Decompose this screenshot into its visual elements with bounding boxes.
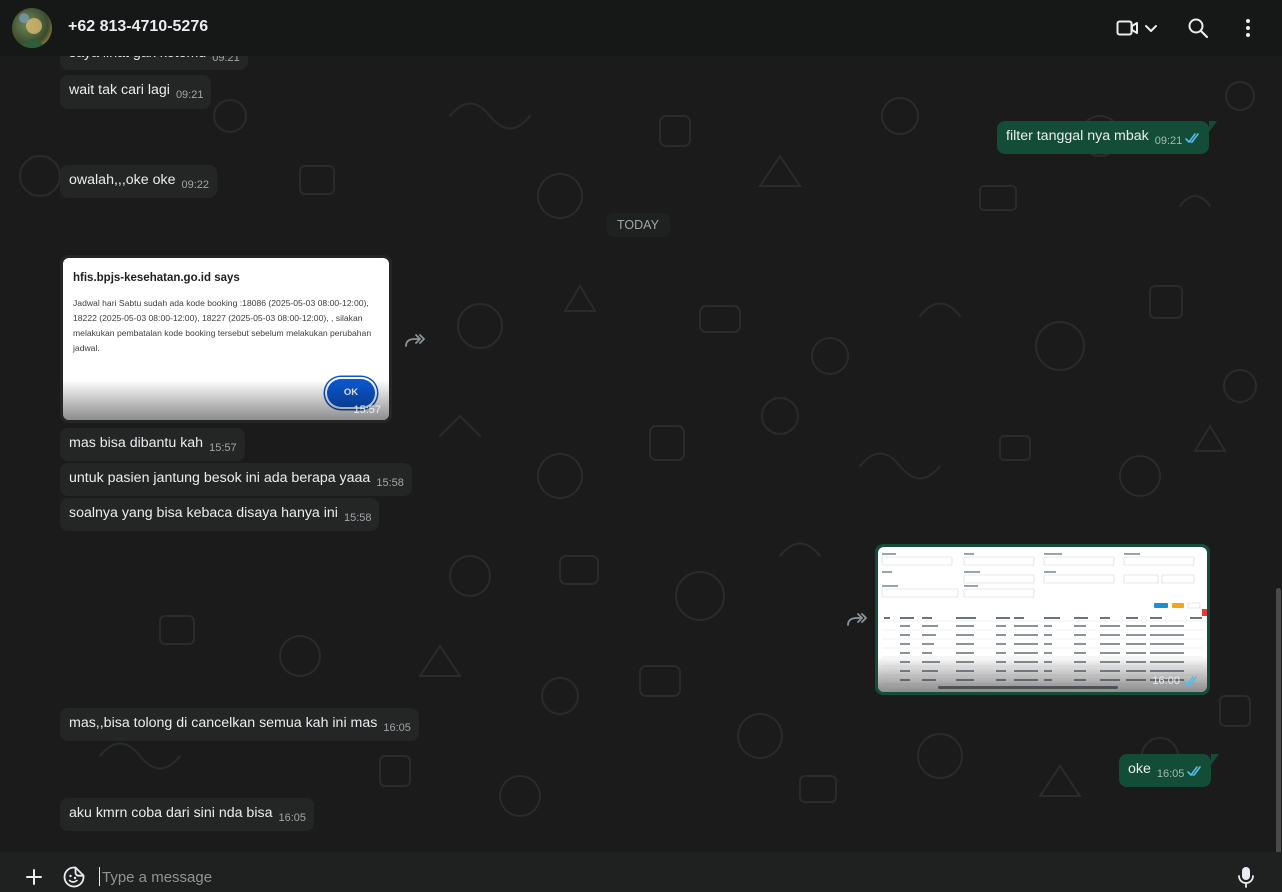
image-overlay (63, 380, 389, 420)
dialog-title: hfis.bpjs-kesehatan.go.id says (73, 272, 240, 284)
forward-button[interactable] (845, 609, 867, 631)
menu-button[interactable] (1236, 16, 1260, 40)
message-outgoing[interactable]: oke 16:05 (1119, 754, 1220, 787)
forward-arrow-icon (405, 334, 425, 347)
bubble-tail (1209, 121, 1218, 132)
message-time: 15:57 (353, 404, 381, 416)
chat-header: +62 813-4710-5276 (0, 0, 1282, 56)
message-text: oke (1128, 761, 1151, 777)
message-time: 09:21 (1154, 135, 1183, 147)
contact-name[interactable]: +62 813-4710-5276 (68, 18, 208, 36)
message-incoming[interactable]: mas bisa dibantu kah 15:57 (60, 428, 245, 461)
message-input[interactable] (100, 864, 1204, 890)
image-message-dialog[interactable]: hfis.bpjs-kesehatan.go.id says Jadwal ha… (60, 255, 392, 423)
plus-icon (26, 869, 42, 885)
dialog-body: Jadwal hari Sabtu sudah ada kode booking… (73, 298, 372, 353)
message-text: wait tak cari lagi (69, 82, 170, 98)
message-time: 16:05 (278, 812, 306, 824)
message-text: owalah,,,oke oke (69, 172, 176, 188)
date-divider: TODAY (606, 213, 670, 237)
message-incoming[interactable]: soalnya yang bisa kebaca disaya hanya in… (60, 498, 380, 531)
sticker-button[interactable] (62, 865, 86, 892)
read-receipt-icon (1183, 675, 1197, 686)
video-call-button[interactable] (1116, 16, 1157, 40)
bubble-tail (1211, 754, 1220, 765)
message-text: mas,,bisa tolong di cancelkan semua kah … (69, 715, 378, 731)
message-time: 15:58 (376, 477, 404, 489)
attach-button[interactable] (22, 865, 46, 892)
table-screenshot: 16:00 (878, 547, 1207, 692)
read-receipt-icon (1185, 132, 1200, 143)
sticker-icon (63, 866, 85, 888)
search-button[interactable] (1186, 16, 1210, 40)
chat-window: +62 813-4710-5276 saya lihat gak ketemu0… (0, 0, 1282, 892)
message-time: 15:57 (209, 442, 237, 454)
message-text: aku kmrn coba dari sini nda bisa (69, 805, 273, 821)
video-camera-icon (1116, 20, 1157, 36)
image-message-table[interactable]: 16:00 (875, 544, 1210, 695)
message-text: soalnya yang bisa kebaca disaya hanya in… (69, 505, 338, 521)
message-incoming[interactable]: untuk pasien jantung besok ini ada berap… (60, 463, 412, 496)
message-incoming[interactable]: mas,,bisa tolong di cancelkan semua kah … (60, 708, 419, 741)
forward-button[interactable] (403, 330, 425, 352)
message-text: untuk pasien jantung besok ini ada berap… (69, 470, 371, 486)
message-time: 15:58 (343, 512, 372, 524)
image-time: 16:00 (1152, 675, 1180, 687)
scrollbar-thumb[interactable] (1276, 588, 1281, 892)
dialog-screenshot: hfis.bpjs-kesehatan.go.id says Jadwal ha… (63, 258, 389, 420)
search-icon (1188, 18, 1209, 39)
message-text: mas bisa dibantu kah (69, 435, 204, 451)
message-incoming[interactable]: owalah,,,oke oke 09:22 (60, 165, 218, 198)
message-time: 09:22 (181, 179, 210, 191)
chat-scrollbar[interactable] (1276, 56, 1282, 892)
message-text: filter tanggal nya mbak (1006, 128, 1149, 144)
read-receipt-icon (1187, 765, 1202, 776)
kebab-menu-icon (1246, 19, 1250, 37)
contact-avatar[interactable] (12, 8, 52, 48)
voice-message-button[interactable] (1235, 865, 1257, 892)
microphone-icon (1238, 867, 1254, 888)
text-caret (99, 867, 100, 886)
message-outgoing[interactable]: filter tanggal nya mbak 09:21 (997, 121, 1218, 154)
message-time: 16:00 (1152, 675, 1199, 687)
message-time: 09:21 (175, 89, 204, 101)
message-time: 16:05 (1156, 768, 1185, 780)
message-time: 16:05 (383, 722, 411, 734)
message-incoming[interactable]: wait tak cari lagi 09:21 (60, 75, 212, 109)
forward-arrow-icon (847, 613, 867, 626)
message-incoming[interactable]: aku kmrn coba dari sini nda bisa 16:05 (60, 798, 314, 831)
